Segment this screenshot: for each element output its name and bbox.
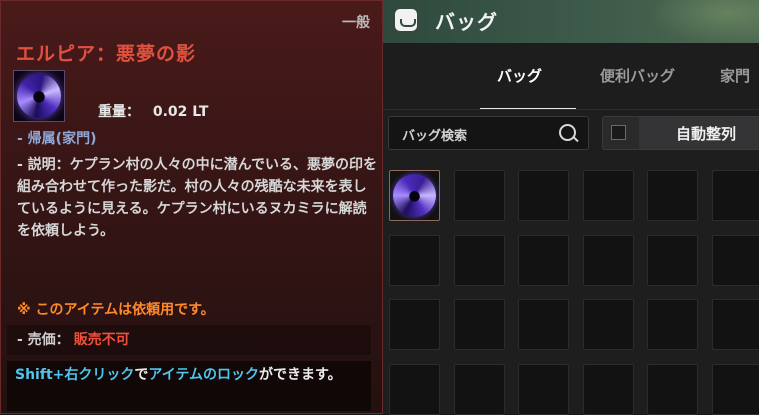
hint-lock-item: アイテムのロック [148, 367, 259, 383]
hint-de: で [134, 367, 149, 383]
item-belong: - 帰属(家門) [17, 131, 97, 147]
inventory-slot[interactable] [647, 299, 698, 350]
bag-title: バッグ [435, 10, 498, 34]
tabs-divider [383, 109, 759, 110]
inventory-slot[interactable] [389, 235, 440, 286]
lock-hint: Shift+右クリックでアイテムのロックができます。 [15, 364, 375, 386]
inventory-slot[interactable] [518, 299, 569, 350]
inventory-slot[interactable] [647, 235, 698, 286]
item-name: エルピア：悪夢の影 [16, 43, 197, 65]
inventory-slot[interactable] [647, 364, 698, 415]
price-row: - 売価： 販売不可 [7, 325, 371, 355]
inventory-slot[interactable] [389, 299, 440, 350]
weight-label: 重量： [98, 104, 140, 120]
bag-window: バッグ バッグ 便利バッグ 家門 バッグ検索 自動整列 [383, 0, 759, 415]
inventory-slot[interactable] [583, 299, 634, 350]
item-grade: 一般 [342, 15, 370, 31]
bag-icon [395, 9, 417, 31]
inventory-slot[interactable] [454, 299, 505, 350]
inventory-slot[interactable] [583, 364, 634, 415]
weight-row: 重量： 0.02 LT [98, 101, 208, 121]
lock-hint-box: Shift+右クリックでアイテムのロックができます。 [7, 361, 371, 411]
inventory-slot[interactable] [583, 170, 634, 221]
hint-shift-click: Shift+右クリック [15, 367, 135, 383]
inventory-slot[interactable] [454, 170, 505, 221]
header-decoration [649, 0, 759, 43]
inventory-slot[interactable] [518, 364, 569, 415]
inventory-slot[interactable] [712, 364, 759, 415]
inventory-slot[interactable] [712, 299, 759, 350]
nightmare-shadow-orb-icon[interactable] [393, 174, 436, 217]
item-tooltip: 一般 エルピア：悪夢の影 重量： 0.02 LT - 帰属(家門) - 説明：ケ… [0, 0, 383, 414]
inventory-slot[interactable] [583, 235, 634, 286]
weight-value: 0.02 LT [152, 104, 209, 120]
search-placeholder: バッグ検索 [402, 129, 468, 144]
hint-rest: ができます。 [258, 367, 342, 383]
inventory-slot[interactable] [454, 235, 505, 286]
tab-bag[interactable]: バッグ [497, 65, 542, 86]
bag-tabs: バッグ 便利バッグ 家門 [383, 43, 759, 110]
inventory-slot[interactable] [712, 235, 759, 286]
nightmare-shadow-orb-icon [17, 74, 61, 118]
bag-search-input[interactable]: バッグ検索 [388, 116, 589, 150]
auto-sort-button[interactable]: 自動整列 [639, 117, 759, 149]
item-image [13, 70, 65, 122]
price-label-text: - 売価： [17, 332, 70, 348]
item-description: - 説明：ケプラン村の人々の中に潜んでいる、悪夢の印を組み合わせて作った影だ。村… [17, 157, 377, 239]
price-label: - 売価： 販売不可 [17, 329, 130, 349]
inventory-slot[interactable] [647, 170, 698, 221]
auto-sort-checkbox[interactable] [611, 125, 626, 140]
bag-header[interactable]: バッグ [383, 0, 759, 43]
tab-family[interactable]: 家門 [720, 65, 750, 86]
auto-sort-label: 自動整列 [676, 125, 737, 143]
tab-convenient-bag[interactable]: 便利バッグ [600, 65, 675, 86]
inventory-slot[interactable] [454, 364, 505, 415]
inventory-slot[interactable] [518, 235, 569, 286]
price-value: 販売不可 [73, 332, 130, 348]
search-icon[interactable] [559, 124, 576, 141]
inventory-slot[interactable] [518, 170, 569, 221]
request-note: ※ このアイテムは依頼用です。 [17, 302, 215, 318]
auto-sort-bar: 自動整列 [602, 116, 759, 150]
inventory-slot[interactable] [712, 170, 759, 221]
inventory-slot[interactable] [389, 364, 440, 415]
inventory-slot[interactable] [389, 170, 440, 221]
